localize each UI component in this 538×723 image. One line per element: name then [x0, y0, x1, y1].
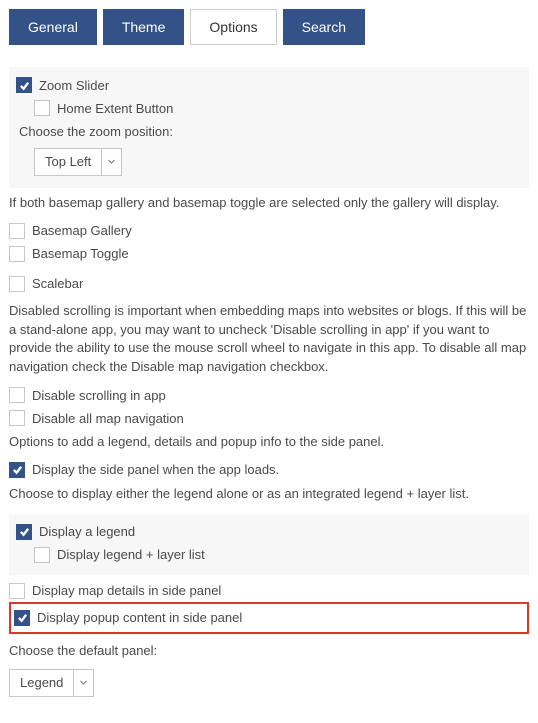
chevron-down-icon	[101, 149, 121, 175]
basemap-info-text: If both basemap gallery and basemap togg…	[9, 194, 529, 213]
map-details-checkbox[interactable]	[9, 583, 25, 599]
zoom-section: Zoom Slider Home Extent Button Choose th…	[9, 67, 529, 188]
panel-options-text: Options to add a legend, details and pop…	[9, 433, 529, 452]
home-extent-checkbox[interactable]	[34, 100, 50, 116]
display-legend-label: Display a legend	[39, 524, 135, 539]
zoom-position-select[interactable]: Top Left	[34, 148, 122, 176]
basemap-gallery-label: Basemap Gallery	[32, 223, 132, 238]
tab-general[interactable]: General	[9, 9, 97, 45]
basemap-toggle-label: Basemap Toggle	[32, 246, 129, 261]
tab-theme[interactable]: Theme	[103, 9, 185, 45]
legend-choose-text: Choose to display either the legend alon…	[9, 485, 529, 504]
display-side-panel-checkbox[interactable]	[9, 462, 25, 478]
tab-search[interactable]: Search	[283, 9, 365, 45]
disable-navigation-label: Disable all map navigation	[32, 411, 184, 426]
basemap-toggle-checkbox[interactable]	[9, 246, 25, 262]
disable-scrolling-checkbox[interactable]	[9, 387, 25, 403]
legend-layer-list-label: Display legend + layer list	[57, 547, 205, 562]
legend-layer-list-checkbox[interactable]	[34, 547, 50, 563]
chevron-down-icon	[73, 670, 93, 696]
zoom-slider-checkbox[interactable]	[16, 77, 32, 93]
tab-options[interactable]: Options	[190, 9, 276, 45]
tab-bar: General Theme Options Search	[9, 9, 529, 45]
highlighted-option: Display popup content in side panel	[9, 602, 529, 634]
legend-section: Display a legend Display legend + layer …	[9, 514, 529, 575]
display-side-panel-label: Display the side panel when the app load…	[32, 462, 279, 477]
scrolling-info-text: Disabled scrolling is important when emb…	[9, 302, 529, 377]
default-panel-select[interactable]: Legend	[9, 669, 94, 697]
zoom-position-label: Choose the zoom position:	[19, 123, 522, 142]
disable-scrolling-label: Disable scrolling in app	[32, 388, 166, 403]
map-details-label: Display map details in side panel	[32, 583, 221, 598]
zoom-slider-label: Zoom Slider	[39, 78, 109, 93]
basemap-gallery-checkbox[interactable]	[9, 223, 25, 239]
default-panel-label: Choose the default panel:	[9, 642, 529, 661]
scalebar-label: Scalebar	[32, 276, 83, 291]
disable-navigation-checkbox[interactable]	[9, 410, 25, 426]
display-legend-checkbox[interactable]	[16, 524, 32, 540]
default-panel-value: Legend	[10, 670, 73, 696]
popup-content-checkbox[interactable]	[14, 610, 30, 626]
scalebar-checkbox[interactable]	[9, 276, 25, 292]
popup-content-label: Display popup content in side panel	[37, 610, 242, 625]
home-extent-label: Home Extent Button	[57, 101, 173, 116]
zoom-position-value: Top Left	[35, 149, 101, 175]
